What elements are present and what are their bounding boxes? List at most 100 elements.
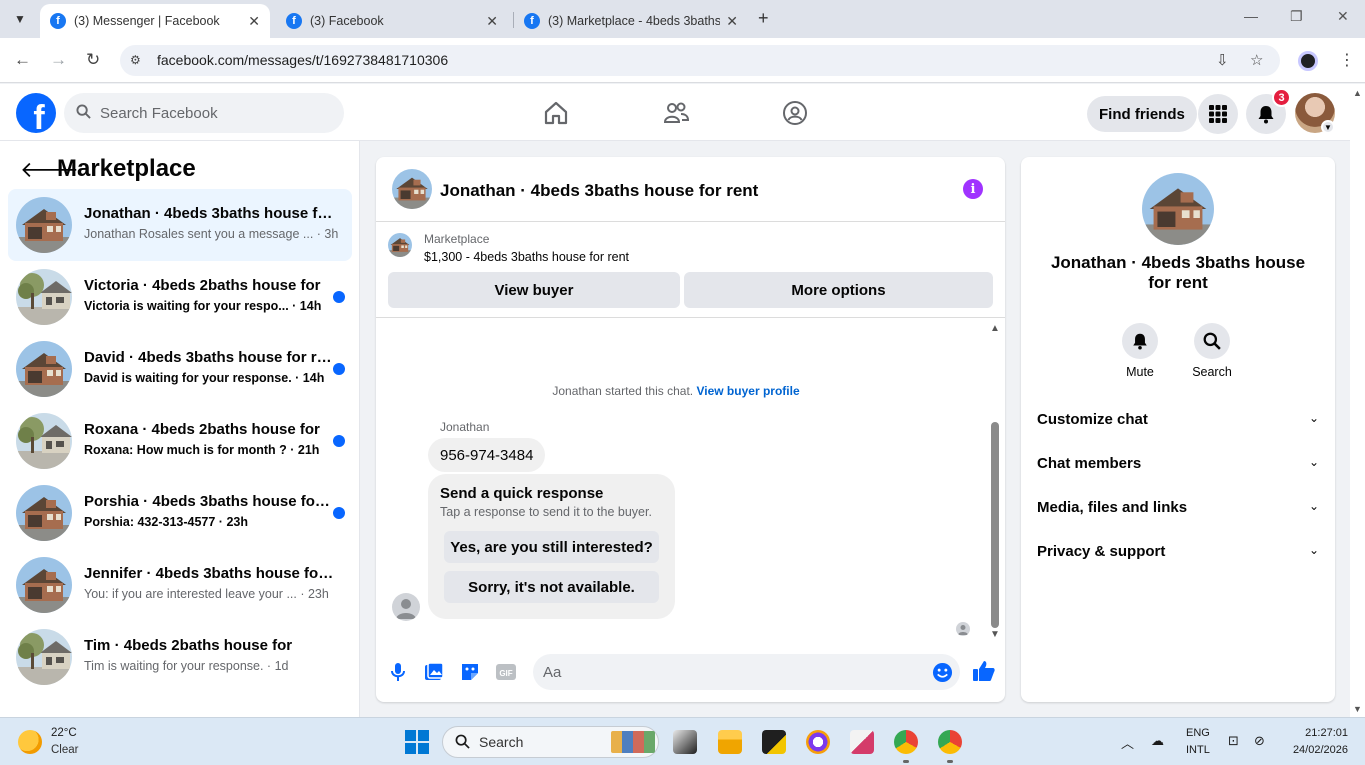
tab-close-icon[interactable]: ✕ xyxy=(726,13,738,30)
listing-thumbnail[interactable] xyxy=(392,169,432,209)
thread-item[interactable]: Roxana · 4beds 2baths house for Roxana: H… xyxy=(8,405,352,477)
seen-indicator-avatar xyxy=(956,622,970,636)
tab-facebook[interactable]: f (3) Facebook ✕ xyxy=(276,4,508,38)
search-action[interactable]: Search xyxy=(1182,323,1242,379)
taskbar-date[interactable]: 24/02/2026 xyxy=(1275,744,1348,756)
app-icon[interactable] xyxy=(806,730,830,754)
facebook-logo-icon[interactable]: f xyxy=(16,93,56,133)
forward-arrow-icon[interactable]: → xyxy=(50,50,67,70)
listing-thumbnail[interactable] xyxy=(1142,173,1214,245)
tab-close-icon[interactable]: ✕ xyxy=(486,13,498,30)
sender-avatar[interactable] xyxy=(392,593,420,621)
thread-item[interactable]: Tim · 4beds 2baths house for Tim is waiti… xyxy=(8,621,352,693)
chat-title[interactable]: Jonathan · 4beds 3baths house for rent xyxy=(440,181,758,201)
emoji-icon[interactable] xyxy=(932,662,953,683)
search-in-chat-button[interactable] xyxy=(1194,323,1230,359)
weather-moon-icon[interactable] xyxy=(18,730,42,754)
browser-menu-icon[interactable]: ⋮ xyxy=(1339,50,1355,70)
view-buyer-profile-link[interactable]: View buyer profile xyxy=(696,384,799,398)
microphone-icon[interactable] xyxy=(387,661,409,683)
weather-condition[interactable]: Clear xyxy=(51,744,78,756)
search-highlights-icon[interactable] xyxy=(611,731,655,753)
taskbar-search-input[interactable] xyxy=(479,727,609,757)
section-label: Media, files and links xyxy=(1037,499,1188,516)
scroll-up-arrow-icon[interactable]: ▲ xyxy=(990,323,1000,334)
gif-icon[interactable]: GIF xyxy=(495,661,517,683)
chevron-down-icon: ⌄ xyxy=(1309,411,1320,425)
windows-start-icon[interactable] xyxy=(405,730,429,754)
restore-icon[interactable]: ❐ xyxy=(1290,8,1303,25)
thread-item[interactable]: David · 4beds 3baths house for rent David… xyxy=(8,333,352,405)
task-view-icon[interactable] xyxy=(673,730,697,754)
customize-chat-section[interactable]: Customize chat ⌄ xyxy=(1029,399,1327,439)
volume-icon[interactable]: ⊘ xyxy=(1254,733,1265,749)
running-indicator xyxy=(903,760,909,763)
scroll-down-arrow-icon[interactable]: ▼ xyxy=(1353,704,1362,714)
view-buyer-button[interactable]: View buyer xyxy=(388,272,680,308)
home-icon[interactable] xyxy=(543,100,569,126)
thread-item[interactable]: Jennifer · 4beds 3baths house for rent Yo… xyxy=(8,549,352,621)
thread-preview: Jonathan Rosales sent you a message ... … xyxy=(84,227,339,241)
extension-icon[interactable] xyxy=(1298,51,1318,71)
chat-scrollbar[interactable]: ▲ ▼ xyxy=(988,323,1002,640)
bookmark-star-icon[interactable]: ☆ xyxy=(1250,51,1263,69)
quick-reply-interested-button[interactable]: Yes, are you still interested? xyxy=(444,531,659,563)
find-friends-button[interactable]: Find friends xyxy=(1087,96,1197,132)
close-window-icon[interactable]: ✕ xyxy=(1337,8,1349,25)
minimize-icon[interactable]: — xyxy=(1244,8,1258,24)
network-icon[interactable]: ⊡ xyxy=(1228,733,1239,749)
facebook-search-box[interactable] xyxy=(64,93,344,133)
install-app-icon[interactable]: ⇩ xyxy=(1216,51,1229,69)
weather-temperature[interactable]: 22°C xyxy=(51,727,77,739)
thread-item[interactable]: Porshia · 4beds 3baths house for rent Por… xyxy=(8,477,352,549)
thumbs-up-icon[interactable] xyxy=(972,659,996,683)
more-options-button[interactable]: More options xyxy=(684,272,993,308)
tab-search-chevron-icon[interactable]: ▼ xyxy=(8,7,32,31)
browser-tab-strip: ▼ f (3) Messenger | Facebook ✕ f (3) Fac… xyxy=(0,0,1365,38)
groups-icon[interactable] xyxy=(782,100,808,126)
chat-members-section[interactable]: Chat members ⌄ xyxy=(1029,443,1327,483)
page-scrollbar[interactable]: ▲ ▼ xyxy=(1350,84,1365,717)
taskbar-clock[interactable]: 21:27:01 xyxy=(1282,727,1348,739)
back-arrow-icon[interactable]: ← xyxy=(14,50,31,70)
message-bubble[interactable]: 956-974-3484 xyxy=(428,438,546,472)
thread-item[interactable]: Victoria · 4beds 2baths house for Victori… xyxy=(8,261,352,333)
info-icon[interactable]: i xyxy=(963,179,983,199)
scroll-down-arrow-icon[interactable]: ▼ xyxy=(990,629,1000,640)
tab-messenger[interactable]: f (3) Messenger | Facebook ✕ xyxy=(40,4,270,38)
snipping-tool-icon[interactable] xyxy=(850,730,874,754)
site-settings-icon[interactable]: ⚙ xyxy=(130,53,141,67)
address-bar[interactable]: ⚙ facebook.com/messages/t/16927384817103… xyxy=(120,45,1280,76)
listing-price-title[interactable]: $1,300 - 4beds 3baths house for rent xyxy=(424,250,629,264)
facebook-search-input[interactable] xyxy=(100,93,330,133)
message-input[interactable] xyxy=(543,654,923,690)
chevron-down-icon[interactable]: ▼ xyxy=(1321,120,1335,134)
message-input-box[interactable] xyxy=(533,654,960,690)
menu-grid-button[interactable] xyxy=(1198,94,1238,134)
thread-item[interactable]: Jonathan · 4beds 3baths house for rent Jo… xyxy=(8,189,352,261)
media-files-links-section[interactable]: Media, files and links ⌄ xyxy=(1029,487,1327,527)
friends-icon[interactable] xyxy=(663,100,689,126)
notes-app-icon[interactable] xyxy=(762,730,786,754)
tab-marketplace[interactable]: f (3) Marketplace - 4beds 3baths ✕ xyxy=(514,4,748,38)
input-layout[interactable]: INTL xyxy=(1186,744,1210,756)
scroll-up-arrow-icon[interactable]: ▲ xyxy=(1353,88,1362,98)
cloud-offline-icon[interactable]: ☁ xyxy=(1151,733,1164,749)
mute-action[interactable]: Mute xyxy=(1110,323,1170,379)
chrome-profile-icon[interactable] xyxy=(938,730,962,754)
url-text[interactable]: facebook.com/messages/t/1692738481710306 xyxy=(157,52,448,68)
quick-reply-not-available-button[interactable]: Sorry, it's not available. xyxy=(444,571,659,603)
tab-close-icon[interactable]: ✕ xyxy=(248,13,260,30)
new-tab-icon[interactable]: + xyxy=(758,8,769,29)
privacy-support-section[interactable]: Privacy & support ⌄ xyxy=(1029,531,1327,571)
reload-icon[interactable]: ↻ xyxy=(86,50,100,70)
photo-icon[interactable] xyxy=(423,661,445,683)
chrome-icon[interactable] xyxy=(894,730,918,754)
mute-button[interactable] xyxy=(1122,323,1158,359)
tab-label: (3) Facebook xyxy=(310,14,384,28)
file-explorer-icon[interactable] xyxy=(718,730,742,754)
sticker-icon[interactable] xyxy=(459,661,481,683)
show-hidden-icons-icon[interactable]: ︿ xyxy=(1121,733,1134,752)
input-language[interactable]: ENG xyxy=(1186,727,1210,739)
scrollbar-thumb[interactable] xyxy=(991,422,999,628)
